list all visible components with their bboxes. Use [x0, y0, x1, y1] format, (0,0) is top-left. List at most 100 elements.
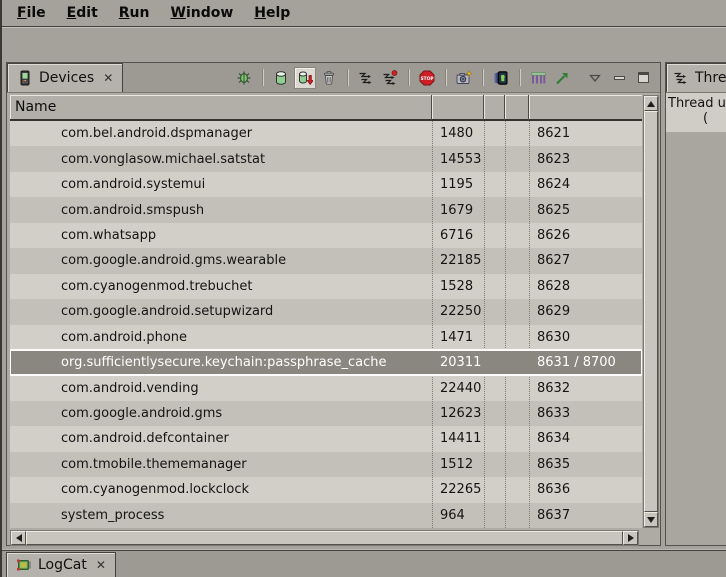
update-threads-icon	[358, 70, 374, 86]
cause-gc-button[interactable]	[318, 67, 340, 89]
process-pid: 964	[432, 508, 484, 523]
menu-item-file[interactable]: File	[12, 3, 51, 23]
stop-process-button[interactable]: STOP	[416, 67, 438, 89]
debug-button[interactable]	[233, 67, 255, 89]
method-profiling-icon	[382, 70, 398, 86]
table-row[interactable]: com.bel.android.dspmanager14808621	[10, 121, 642, 146]
process-name: com.android.phone	[10, 330, 432, 345]
menu-item-help[interactable]: Help	[249, 3, 295, 23]
table-row[interactable]: com.google.android.setupwizard22250 8629	[10, 299, 642, 324]
table-row[interactable]: com.android.vending224408632	[10, 375, 642, 400]
table-row[interactable]: com.vonglasow.michael.satstat145538623	[10, 146, 642, 171]
process-port: 8621	[529, 126, 642, 141]
toolbar-separator	[262, 69, 263, 86]
cause-gc-icon	[321, 70, 337, 86]
debug-icon	[236, 70, 252, 86]
column-header-3[interactable]	[484, 95, 505, 121]
horizontal-scrollbar-thumb[interactable]	[26, 531, 623, 545]
method-profiling-button[interactable]	[379, 67, 401, 89]
view-menu-icon	[589, 68, 601, 87]
table-row-selected[interactable]: org.sufficientlysecure.keychain:passphra…	[10, 350, 642, 375]
table-row[interactable]: com.google.android.gms126238633	[10, 401, 642, 426]
toolbar-separator	[482, 69, 483, 86]
device-screen-button[interactable]	[490, 67, 512, 89]
dump-hprof-button[interactable]	[294, 67, 316, 89]
network-stats-button[interactable]	[551, 67, 573, 89]
update-threads-button[interactable]	[355, 67, 377, 89]
table-row[interactable]: com.android.smspush16798625	[10, 197, 642, 222]
process-pid: 1480	[432, 126, 484, 141]
tab-devices[interactable]: Devices ✕	[7, 63, 123, 92]
vertical-scrollbar[interactable]	[643, 95, 659, 528]
tab-logcat[interactable]: LogCat ✕	[6, 552, 116, 577]
process-port: 8629	[529, 304, 642, 319]
update-heap-button[interactable]	[270, 67, 292, 89]
threads-tabbar: Threads	[666, 63, 726, 93]
process-pid: 22185	[432, 253, 484, 268]
network-stats-icon	[554, 70, 570, 86]
scroll-up-button[interactable]	[644, 96, 658, 111]
table-row[interactable]: com.tmobile.thememanager15128635	[10, 452, 642, 477]
table-row[interactable]: system_process9648637	[10, 503, 642, 528]
column-header-2[interactable]	[432, 95, 484, 121]
stop-process-icon: STOP	[419, 70, 435, 86]
column-separator	[505, 121, 506, 528]
process-pid: 22440	[432, 381, 484, 396]
toolbar-separator	[347, 69, 348, 86]
sysinfo-button[interactable]	[527, 67, 549, 89]
menu-item-edit[interactable]: Edit	[62, 3, 103, 23]
minimize-icon	[614, 76, 625, 80]
column-header-5[interactable]	[529, 95, 642, 121]
update-heap-icon	[273, 70, 289, 86]
column-header-4[interactable]	[505, 95, 529, 121]
view-menu-button[interactable]	[588, 71, 602, 85]
horizontal-scrollbar[interactable]	[10, 530, 639, 546]
device-table-body: com.bel.android.dspmanager14808621com.vo…	[10, 121, 642, 528]
process-name: com.cyanogenmod.trebuchet	[10, 279, 432, 294]
tab-threads[interactable]: Threads	[666, 63, 726, 92]
menu-bar: File Edit Run Window Help	[2, 0, 726, 27]
down-arrow-icon	[647, 517, 655, 523]
table-row[interactable]: com.cyanogenmod.trebuchet15288628	[10, 274, 642, 299]
scroll-left-button[interactable]	[11, 531, 26, 545]
process-port: 8634	[529, 431, 642, 446]
table-row[interactable]: com.cyanogenmod.lockclock222658636	[10, 477, 642, 502]
column-separator	[484, 121, 485, 528]
table-row[interactable]: com.android.phone14718630	[10, 325, 642, 350]
maximize-button[interactable]	[636, 71, 650, 85]
scroll-down-button[interactable]	[644, 512, 658, 527]
close-icon[interactable]: ✕	[103, 71, 113, 85]
devices-tabbar: Devices ✕ STOP	[7, 63, 660, 93]
threads-content: Thread up (	[666, 93, 726, 545]
table-row[interactable]: com.google.android.gms.wearable221858627	[10, 248, 642, 273]
process-pid: 1195	[432, 177, 484, 192]
process-pid: 1528	[432, 279, 484, 294]
scroll-right-button[interactable]	[623, 531, 638, 545]
process-name: com.google.android.gms.wearable	[10, 253, 432, 268]
toolbar-separator	[519, 69, 520, 86]
tab-logcat-label: LogCat	[38, 557, 87, 573]
process-port: 8635	[529, 457, 642, 472]
ddms-window: File Edit Run Window Help Devices ✕ STOP Nam…	[0, 0, 726, 577]
column-header-name[interactable]: Name	[10, 95, 432, 121]
table-row[interactable]: com.android.systemui11958624	[10, 172, 642, 197]
process-pid: 22250	[432, 304, 484, 319]
process-port: 8633	[529, 406, 642, 421]
logcat-area: LogCat ✕	[2, 551, 726, 577]
left-arrow-icon	[16, 534, 22, 542]
close-icon[interactable]: ✕	[96, 558, 106, 572]
logcat-icon	[16, 557, 32, 573]
minimize-button[interactable]	[612, 71, 626, 85]
screen-capture-button[interactable]	[453, 67, 475, 89]
table-row[interactable]: com.whatsapp67168626	[10, 223, 642, 248]
menu-item-run[interactable]: Run	[114, 3, 155, 23]
vertical-scrollbar-thumb[interactable]	[644, 111, 658, 512]
process-pid: 22265	[432, 482, 484, 497]
process-name: com.android.vending	[10, 381, 432, 396]
menu-item-window[interactable]: Window	[165, 3, 238, 23]
process-name: com.google.android.gms	[10, 406, 432, 421]
process-name: com.android.defcontainer	[10, 431, 432, 446]
process-name: com.google.android.setupwizard	[10, 304, 432, 319]
process-port: 8630	[529, 330, 642, 345]
table-row[interactable]: com.android.defcontainer144118634	[10, 426, 642, 451]
